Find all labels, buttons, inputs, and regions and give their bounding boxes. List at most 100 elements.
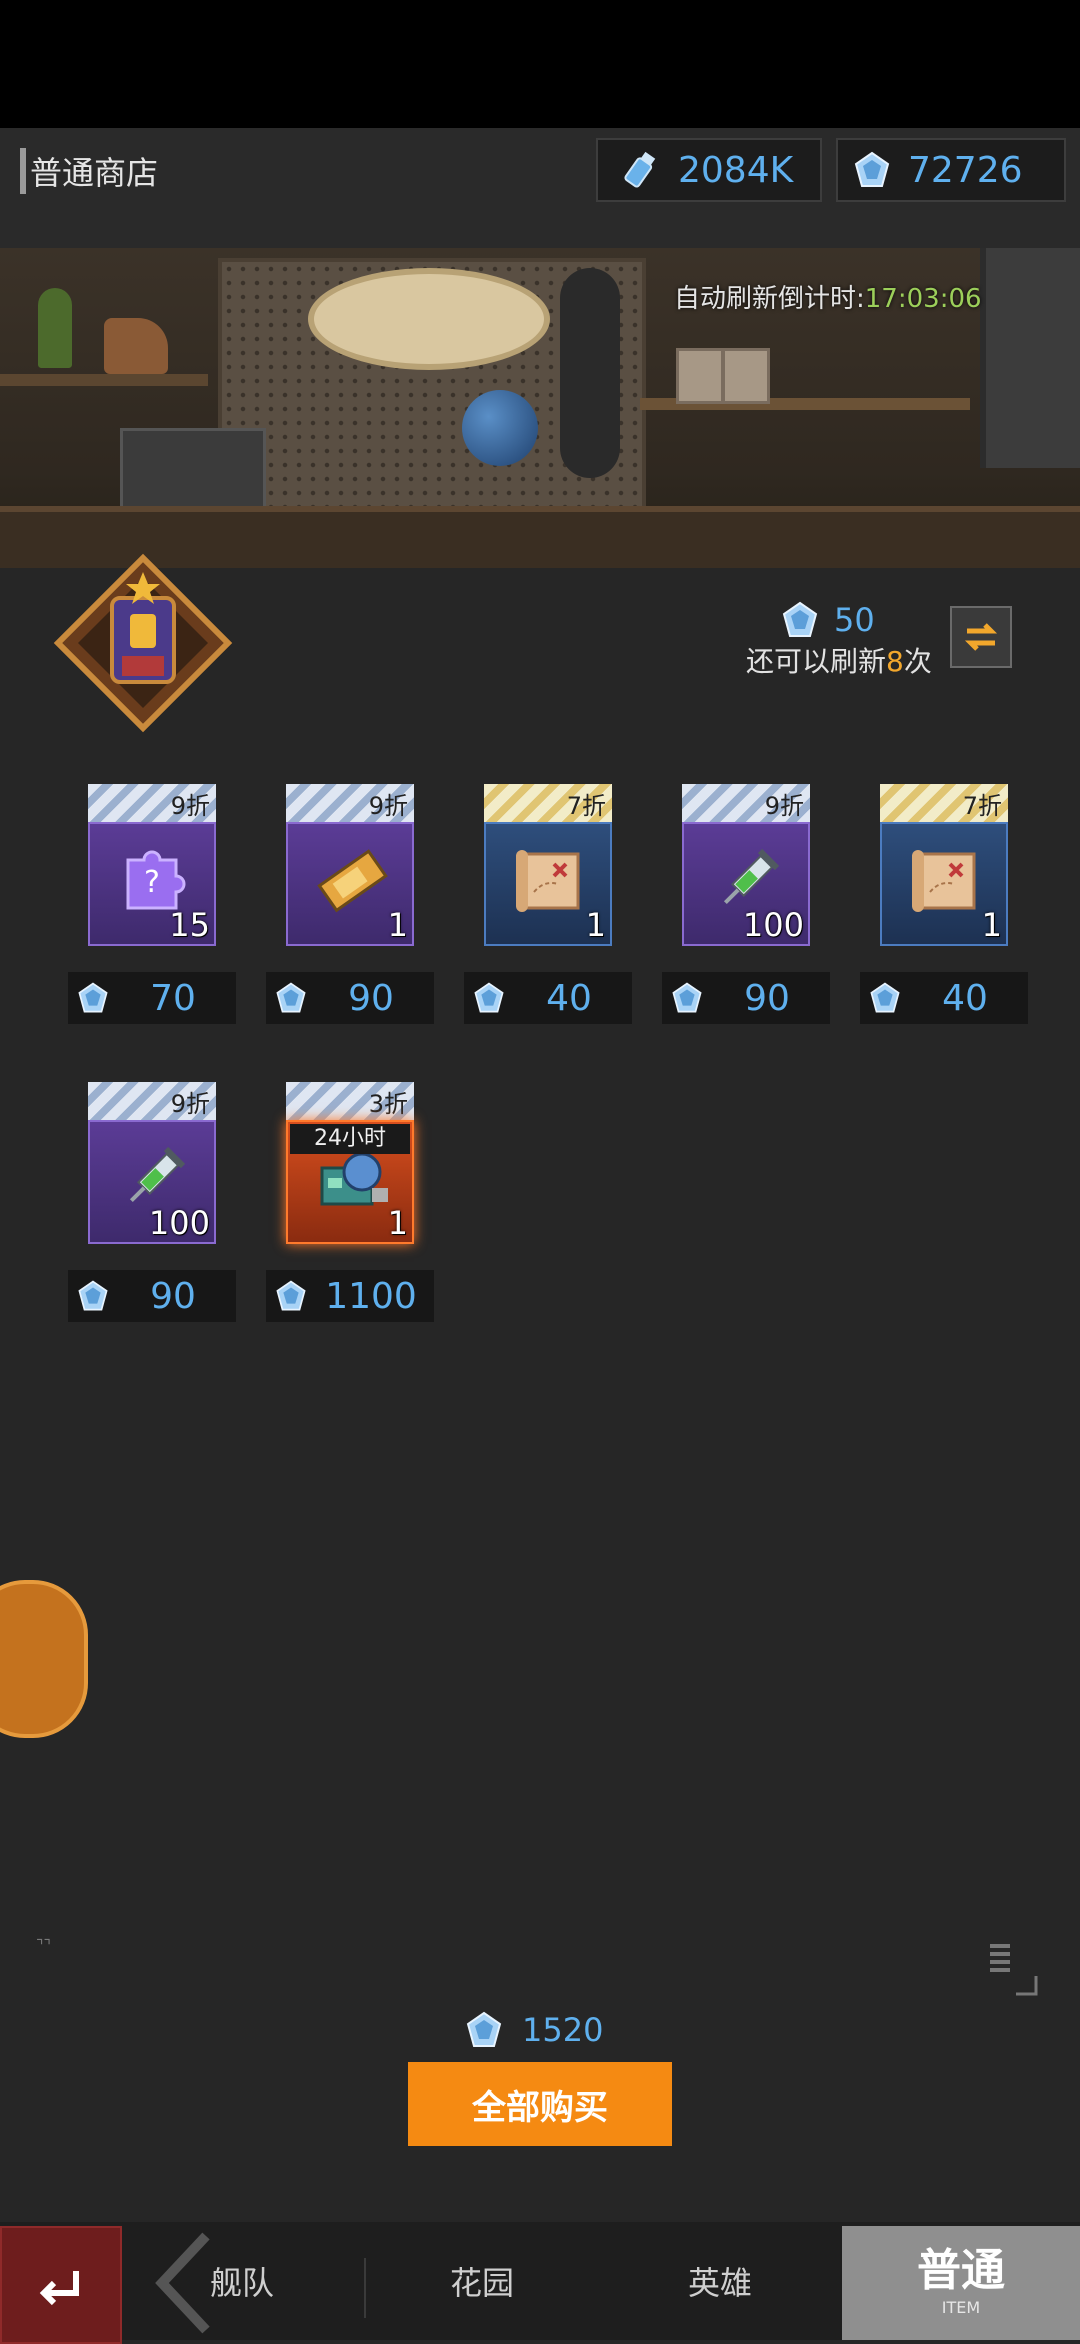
item-frame: 1 — [286, 822, 414, 946]
item-quantity: 100 — [148, 1204, 210, 1242]
gem-icon — [276, 1280, 306, 1311]
price-tag: 1100 — [266, 1270, 434, 1322]
shop-item[interactable]: 9折 100 90 — [662, 784, 842, 1034]
item-quantity: 1 — [585, 906, 606, 944]
currency-gem-value: 72726 — [908, 149, 1023, 191]
item-price: 1100 — [325, 1275, 417, 1317]
tab-fleet[interactable]: 舰队 — [210, 2258, 274, 2304]
globe — [462, 390, 538, 466]
shop-item[interactable]: 9折 100 90 — [68, 1082, 248, 1332]
auto-refresh-timer: 自动刷新倒计时:17:03:06 — [674, 278, 982, 315]
shop-rank-emblem — [53, 553, 233, 733]
tab-garden[interactable]: 花园 — [450, 2258, 514, 2304]
price-tag: 90 — [266, 972, 434, 1024]
item-quantity: 15 — [169, 906, 210, 944]
back-button[interactable] — [0, 2226, 122, 2344]
gem-icon — [78, 982, 108, 1013]
discount-tag: 9折 — [88, 1082, 216, 1120]
bars-icon — [990, 1944, 1038, 1996]
svg-text:?: ? — [144, 865, 160, 900]
tab-normal[interactable]: 普通 ITEM — [842, 2226, 1080, 2340]
status-bar — [0, 0, 1080, 128]
item-frame: 100 — [88, 1120, 216, 1244]
treasure-map-icon — [516, 850, 580, 912]
potion-icon — [624, 151, 656, 188]
shop-item[interactable]: 9折 1 90 — [266, 784, 446, 1034]
shop-item[interactable]: 3折 24小时 1 1100 — [266, 1082, 446, 1332]
refresh-button[interactable] — [950, 606, 1012, 668]
price-tag: 90 — [662, 972, 830, 1024]
discount-tag: 3折 — [286, 1082, 414, 1120]
currency-potion[interactable]: 2084K — [596, 138, 822, 202]
cash-register — [120, 428, 266, 514]
jar — [722, 348, 770, 404]
item-price: 90 — [744, 977, 790, 1019]
item-quantity: 100 — [742, 906, 804, 944]
treasure-map-icon — [912, 850, 976, 912]
item-price: 90 — [150, 1275, 196, 1317]
gem-icon — [672, 982, 702, 1013]
refresh-remaining-suffix: 次 — [903, 645, 932, 678]
item-quantity: 1 — [981, 906, 1002, 944]
item-frame: 1 — [484, 822, 612, 946]
gem-icon — [276, 982, 306, 1013]
auto-refresh-time: 17:03:06 — [864, 284, 982, 314]
plant — [38, 288, 72, 368]
item-price: 40 — [942, 977, 988, 1019]
shop-sign — [308, 268, 550, 370]
item-frame: 24小时 1 — [286, 1120, 414, 1244]
side-character-avatar[interactable] — [0, 1580, 88, 1738]
refresh-remaining-count: 8 — [886, 645, 904, 678]
price-tag: 40 — [860, 972, 1028, 1024]
price-tag: 40 — [464, 972, 632, 1024]
gem-icon — [466, 2011, 502, 2047]
corner-marker: ⌝⌝ — [36, 1936, 51, 1955]
nav-divider — [364, 2258, 366, 2318]
gem-icon — [474, 982, 504, 1013]
tab-normal-label: 普通 — [917, 2245, 1005, 2296]
item-price: 40 — [546, 977, 592, 1019]
jar — [676, 348, 724, 404]
tab-hero[interactable]: 英雄 — [688, 2258, 752, 2304]
refresh-remaining: 还可以刷新8次 — [746, 640, 932, 680]
total-cost: 1520 — [464, 2010, 603, 2050]
discount-tag: 9折 — [286, 784, 414, 822]
tab-normal-sublabel: ITEM — [941, 2298, 981, 2317]
item-quantity: 1 — [387, 1204, 408, 1242]
boot — [104, 318, 168, 374]
shop-title: 普通商店 — [20, 148, 158, 194]
shop-item[interactable]: 7折 1 40 — [860, 784, 1040, 1034]
price-tag: 90 — [68, 1270, 236, 1322]
auto-refresh-label: 自动刷新倒计时: — [674, 284, 865, 314]
item-price: 70 — [150, 977, 196, 1019]
back-arrow-icon — [39, 2271, 79, 2306]
shelf-left — [0, 374, 208, 386]
shop-item[interactable]: 9折 ? 15 70 — [68, 784, 248, 1034]
discount-tag: 9折 — [88, 784, 216, 822]
item-quantity: 1 — [387, 906, 408, 944]
item-frame: ? 15 — [88, 822, 216, 946]
discount-tag: 7折 — [880, 784, 1008, 822]
refresh-remaining-prefix: 还可以刷新 — [746, 645, 887, 678]
top-bar: 普通商店 2084K 72726 — [0, 128, 1080, 250]
refresh-cost-value: 50 — [834, 601, 875, 639]
shop-background-scene: 自动刷新倒计时:17:03:06 — [0, 248, 1080, 568]
gem-icon — [78, 1280, 108, 1311]
skateboard — [560, 268, 620, 478]
total-cost-value: 1520 — [522, 2011, 604, 2049]
shop-item[interactable]: 7折 1 40 — [464, 784, 644, 1034]
window — [980, 248, 1080, 468]
item-frame: 1 — [880, 822, 1008, 946]
item-price: 90 — [348, 977, 394, 1019]
ticket-icon — [317, 849, 388, 913]
refresh-icon — [964, 623, 998, 651]
discount-tag: 9折 — [682, 784, 810, 822]
price-tag: 70 — [68, 972, 236, 1024]
currency-gem[interactable]: 72726 — [836, 138, 1066, 202]
buy-all-button[interactable]: 全部购买 — [408, 2062, 672, 2146]
gem-icon — [782, 601, 818, 637]
timer-badge: 24小时 — [290, 1124, 410, 1154]
item-frame: 100 — [682, 822, 810, 946]
currency-potion-value: 2084K — [678, 149, 794, 191]
gem-icon — [870, 982, 900, 1013]
